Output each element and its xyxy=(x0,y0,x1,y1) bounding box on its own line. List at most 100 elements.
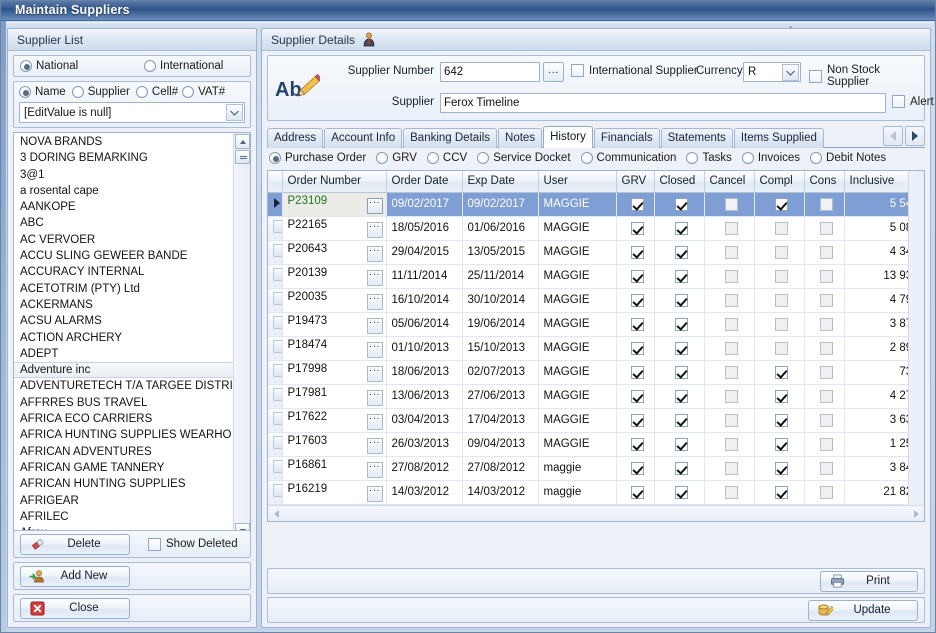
list-item[interactable]: AC VERVOER xyxy=(14,232,233,248)
cell-order-number[interactable]: ··· P20643 xyxy=(282,240,387,265)
row-indicator-cell[interactable] xyxy=(268,216,283,241)
cell-cons[interactable] xyxy=(804,384,845,409)
cell-cancel[interactable] xyxy=(704,432,755,457)
table-row[interactable]: ··· P17998 18/06/201302/07/2013MAGGIE 733.5… xyxy=(268,360,908,385)
cell-closed[interactable] xyxy=(654,312,705,337)
cell-exp-date[interactable]: 09/04/2013 xyxy=(462,432,539,457)
order-number-lookup-button[interactable]: ··· xyxy=(366,413,383,430)
cell-grv[interactable] xyxy=(616,336,655,361)
cell-user[interactable]: MAGGIE xyxy=(538,432,617,457)
cell-inclusive[interactable]: 4 273.88 xyxy=(844,384,908,409)
cell-inclusive[interactable]: 733.56 xyxy=(844,360,908,385)
table-row[interactable]: ··· P17622 03/04/201317/04/2013MAGGIE 3 636… xyxy=(268,408,908,433)
scroll-up-icon[interactable] xyxy=(235,134,250,149)
cell-cancel[interactable] xyxy=(704,240,755,265)
close-button[interactable]: Close xyxy=(20,597,130,619)
cell-exp-date[interactable]: 25/11/2014 xyxy=(462,264,539,289)
history-radio-service-docket[interactable]: Service Docket xyxy=(477,152,571,164)
checkbox-compl[interactable] xyxy=(774,317,788,331)
col-grv[interactable]: GRV xyxy=(616,171,655,193)
cell-cancel[interactable] xyxy=(704,408,755,433)
cell-order-number[interactable]: ··· P17981 xyxy=(282,384,387,409)
checkbox-grv[interactable] xyxy=(630,221,644,235)
cell-order-number[interactable]: ··· P18474 xyxy=(282,336,387,361)
table-row[interactable]: ··· P18474 01/10/201315/10/2013MAGGIE 2 895… xyxy=(268,336,908,361)
filter-combo[interactable]: [EditValue is null] xyxy=(19,102,245,123)
currency-select[interactable]: R xyxy=(743,62,801,82)
order-number-lookup-button[interactable]: ··· xyxy=(366,341,383,358)
order-number-lookup-button[interactable]: ··· xyxy=(366,389,383,406)
col-compl[interactable]: Compl xyxy=(754,171,805,193)
checkbox-cons[interactable] xyxy=(819,461,833,475)
cell-order-number[interactable]: ··· P17622 xyxy=(282,408,387,433)
tab-banking-details[interactable]: Banking Details xyxy=(403,128,498,148)
tab-notes[interactable]: Notes xyxy=(498,128,543,148)
checkbox-cancel[interactable] xyxy=(724,197,738,211)
cell-exp-date[interactable]: 19/06/2014 xyxy=(462,312,539,337)
cell-order-number[interactable]: ··· P22165 xyxy=(282,216,387,241)
cell-closed[interactable] xyxy=(654,360,705,385)
checkbox-compl[interactable] xyxy=(774,461,788,475)
cell-grv[interactable] xyxy=(616,264,655,289)
checkbox-compl[interactable] xyxy=(774,485,788,499)
order-number-lookup-button[interactable]: ··· xyxy=(366,197,383,214)
cell-order-date[interactable]: 18/05/2016 xyxy=(386,216,463,241)
col-order-number[interactable]: Order Number xyxy=(282,171,387,193)
checkbox-grv[interactable] xyxy=(630,293,644,307)
cell-grv[interactable] xyxy=(616,456,655,481)
checkbox-compl[interactable] xyxy=(774,341,788,355)
cell-cons[interactable] xyxy=(804,192,845,217)
cell-user[interactable]: MAGGIE xyxy=(538,408,617,433)
cell-compl[interactable] xyxy=(754,360,805,385)
cell-order-date[interactable]: 03/04/2013 xyxy=(386,408,463,433)
cell-cancel[interactable] xyxy=(704,336,755,361)
table-row[interactable]: ···P1686127/08/201227/08/2012maggie3 847… xyxy=(268,456,908,481)
checkbox-cons[interactable] xyxy=(819,245,833,259)
cell-order-date[interactable]: 09/02/2017 xyxy=(386,192,463,217)
cell-inclusive[interactable]: 3 636.44 xyxy=(844,408,908,433)
cell-grv[interactable] xyxy=(616,312,655,337)
cell-cons[interactable] xyxy=(804,240,845,265)
cell-order-date[interactable]: 16/10/2014 xyxy=(386,288,463,313)
row-indicator-cell[interactable] xyxy=(268,480,283,505)
grid-vertical-scrollbar[interactable] xyxy=(908,171,924,505)
cell-compl[interactable] xyxy=(754,480,805,505)
row-indicator-cell[interactable] xyxy=(268,432,283,457)
cell-grv[interactable] xyxy=(616,384,655,409)
list-item[interactable]: 3 DORING BEMARKING xyxy=(14,150,233,166)
order-number-lookup-button[interactable]: ··· xyxy=(366,293,383,310)
cell-user[interactable]: MAGGIE xyxy=(538,240,617,265)
grid-horizontal-scrollbar[interactable] xyxy=(268,505,924,521)
list-item[interactable]: ACTION ARCHERY xyxy=(14,330,233,346)
radio-international[interactable]: International xyxy=(144,60,223,72)
row-indicator-cell[interactable] xyxy=(268,384,283,409)
table-row[interactable]: ··· P19473 05/06/201419/06/2014MAGGIE 3 874… xyxy=(268,312,908,337)
cell-grv[interactable] xyxy=(616,360,655,385)
history-radio-debit-notes[interactable]: Debit Notes xyxy=(810,152,886,164)
cell-compl[interactable] xyxy=(754,216,805,241)
alert-checkbox[interactable]: Alert xyxy=(892,95,934,108)
checkbox-closed[interactable] xyxy=(674,221,688,235)
radio-national[interactable]: National xyxy=(20,60,138,72)
col-exp-date[interactable]: Exp Date xyxy=(462,171,539,193)
checkbox-grv[interactable] xyxy=(630,269,644,283)
table-row[interactable]: ··· P20643 29/04/201513/05/2015MAGGIE 4 347… xyxy=(268,240,908,265)
cell-cancel[interactable] xyxy=(704,360,755,385)
checkbox-compl[interactable] xyxy=(774,245,788,259)
history-radio-grv[interactable]: GRV xyxy=(376,152,417,164)
checkbox-cons[interactable] xyxy=(819,269,833,283)
checkbox-cancel[interactable] xyxy=(724,341,738,355)
cell-closed[interactable] xyxy=(654,456,705,481)
checkbox-closed[interactable] xyxy=(674,269,688,283)
cell-cons[interactable] xyxy=(804,312,845,337)
scrollbar-thumb[interactable] xyxy=(235,150,250,164)
order-number-lookup-button[interactable]: ··· xyxy=(366,365,383,382)
list-item[interactable]: ACCU SLING GEWEER BANDE xyxy=(14,248,233,264)
checkbox-closed[interactable] xyxy=(674,437,688,451)
list-item[interactable]: ADVENTURETECH T/A TARGEE DISTRIBUT xyxy=(14,378,233,394)
checkbox-grv[interactable] xyxy=(630,485,644,499)
checkbox-cancel[interactable] xyxy=(724,437,738,451)
cell-user[interactable]: MAGGIE xyxy=(538,288,617,313)
cell-order-number[interactable]: ··· P19473 xyxy=(282,312,387,337)
cell-cancel[interactable] xyxy=(704,264,755,289)
